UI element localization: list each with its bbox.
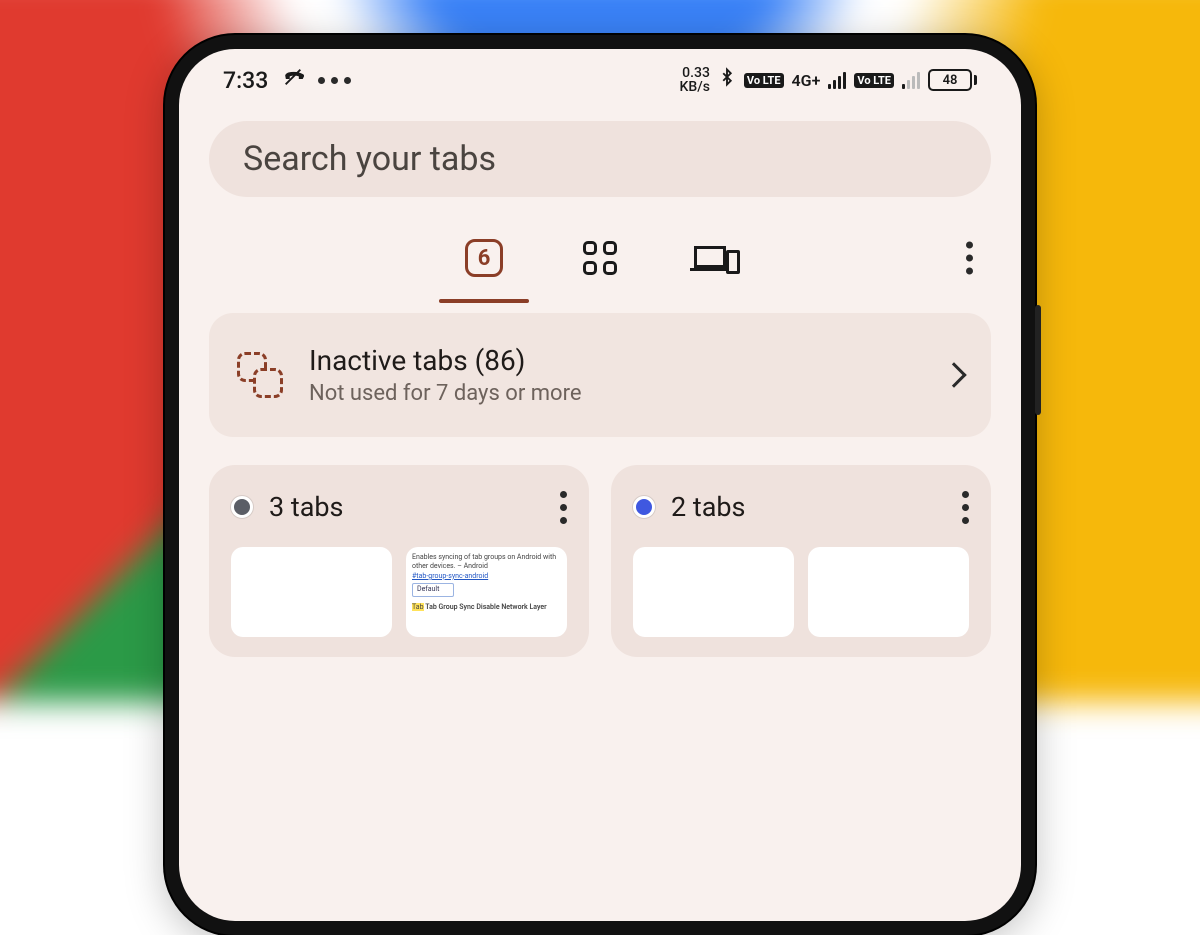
signal-2-icon xyxy=(902,71,920,89)
inactive-tabs-subtitle: Not used for 7 days or more xyxy=(309,381,919,406)
tab-groups[interactable] xyxy=(577,235,623,281)
power-button xyxy=(1035,305,1041,415)
network-type: 4G+ xyxy=(792,71,821,90)
more-notifications-icon xyxy=(318,77,351,84)
tab-thumbnail[interactable] xyxy=(633,547,794,637)
signal-1-icon xyxy=(828,71,846,89)
phone-screen: 7:33 0.33 KB/s Vo LTE 4G+ Vo LTE xyxy=(179,49,1021,921)
missed-call-icon xyxy=(282,66,304,94)
status-time: 7:33 xyxy=(223,67,268,94)
group-title: 3 tabs xyxy=(269,491,544,523)
status-bar: 7:33 0.33 KB/s Vo LTE 4G+ Vo LTE xyxy=(179,49,1021,111)
data-rate: 0.33 KB/s xyxy=(680,66,710,94)
search-tabs-input[interactable]: Search your tabs xyxy=(209,121,991,197)
devices-icon xyxy=(694,242,738,274)
volte-badge-2: Vo LTE xyxy=(854,73,894,88)
tab-thumbnail[interactable]: Enables syncing of tab groups on Android… xyxy=(406,547,567,637)
tab-other-devices[interactable] xyxy=(693,235,739,281)
group-color-dot xyxy=(231,496,253,518)
tab-open-tabs[interactable]: 6 xyxy=(461,235,507,281)
tab-group-card[interactable]: 2 tabs xyxy=(611,465,991,657)
phone-frame: 7:33 0.33 KB/s Vo LTE 4G+ Vo LTE xyxy=(165,35,1035,935)
tab-group-card[interactable]: 3 tabs Enables syncing of tab groups on … xyxy=(209,465,589,657)
tab-thumbnail[interactable] xyxy=(808,547,969,637)
open-tab-count: 6 xyxy=(465,239,503,277)
overflow-menu-button[interactable] xyxy=(966,242,973,275)
tab-groups-row: 3 tabs Enables syncing of tab groups on … xyxy=(209,465,991,657)
bluetooth-icon xyxy=(718,66,736,94)
grid-icon xyxy=(583,241,617,275)
search-placeholder: Search your tabs xyxy=(243,139,496,179)
inactive-tabs-card[interactable]: Inactive tabs (86) Not used for 7 days o… xyxy=(209,313,991,437)
inactive-tabs-title: Inactive tabs (86) xyxy=(309,344,919,377)
volte-badge-1: Vo LTE xyxy=(744,73,784,88)
group-menu-button[interactable] xyxy=(962,491,969,524)
chevron-right-icon xyxy=(941,362,966,387)
tab-switcher-bar: 6 xyxy=(209,203,991,313)
battery-indicator: 48 xyxy=(928,69,977,91)
group-color-dot xyxy=(633,496,655,518)
group-title: 2 tabs xyxy=(671,491,946,523)
inactive-tabs-icon xyxy=(237,352,283,398)
group-menu-button[interactable] xyxy=(560,491,567,524)
tab-thumbnail[interactable] xyxy=(231,547,392,637)
